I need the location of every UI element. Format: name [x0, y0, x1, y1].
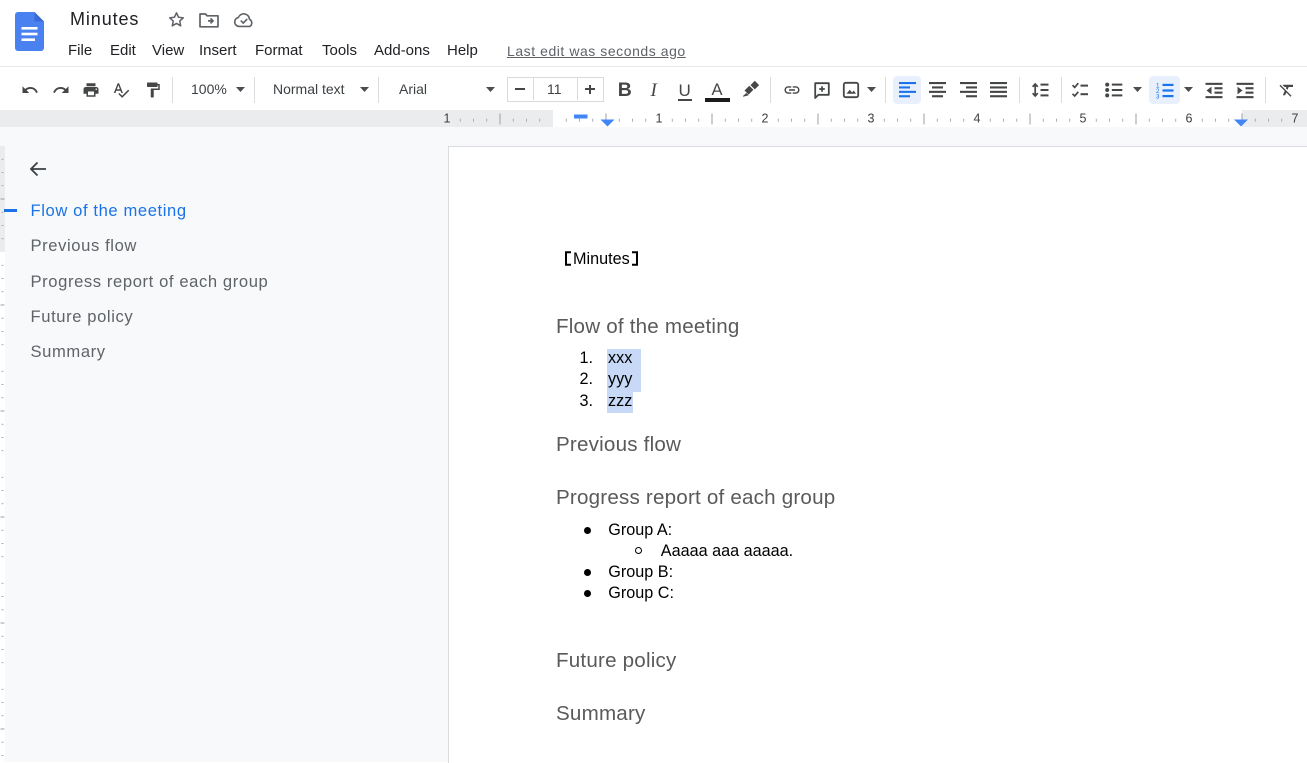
svg-text:1: 1	[444, 112, 451, 126]
svg-text:2: 2	[762, 112, 769, 126]
svg-text:3: 3	[1156, 93, 1160, 98]
svg-text:4: 4	[974, 112, 981, 126]
svg-text:1: 1	[656, 112, 663, 126]
svg-text:6: 6	[1186, 112, 1193, 126]
svg-text:5: 5	[1080, 112, 1087, 126]
svg-text:7: 7	[1292, 112, 1299, 126]
svg-text:3: 3	[868, 112, 875, 126]
